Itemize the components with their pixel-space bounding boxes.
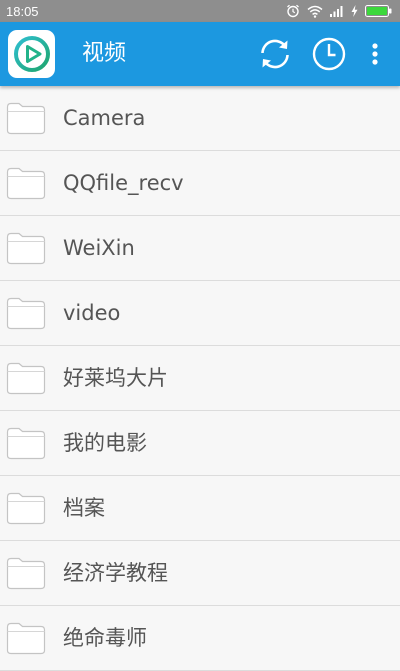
- folder-row-archives[interactable]: 档案: [0, 476, 400, 541]
- folder-row-qqfile-recv[interactable]: QQfile_recv: [0, 151, 400, 216]
- folder-row-my-movies[interactable]: 我的电影: [0, 411, 400, 476]
- refresh-icon: [261, 39, 289, 69]
- folder-row-video[interactable]: video: [0, 281, 400, 346]
- folder-icon: [6, 622, 46, 655]
- folder-row-breaking-bad[interactable]: 绝命毒师: [0, 606, 400, 671]
- app-bar: 视频: [0, 22, 400, 86]
- folder-row-economics-course[interactable]: 经济学教程: [0, 541, 400, 606]
- more-vert-icon: [372, 43, 378, 65]
- refresh-button[interactable]: [253, 32, 297, 76]
- more-options-button[interactable]: [358, 32, 392, 76]
- folder-row-camera[interactable]: Camera: [0, 86, 400, 151]
- folder-name: 档案: [63, 496, 105, 520]
- alarm-icon: [286, 4, 300, 18]
- folder-icon: [6, 232, 46, 265]
- folder-icon: [6, 362, 46, 395]
- folder-name: 经济学教程: [63, 561, 168, 585]
- status-bar: 18:05: [0, 0, 400, 22]
- status-time: 18:05: [6, 3, 39, 19]
- folder-name: 我的电影: [63, 431, 147, 455]
- battery-icon: [365, 5, 392, 17]
- wifi-icon: [307, 5, 323, 18]
- history-button[interactable]: [307, 32, 351, 76]
- folder-icon: [6, 492, 46, 525]
- signal-icon: [330, 5, 344, 17]
- folder-name: 绝命毒师: [63, 626, 147, 650]
- folder-icon: [6, 297, 46, 330]
- charging-icon: [351, 5, 358, 17]
- folder-icon: [6, 167, 46, 200]
- folder-row-hollywood-movies[interactable]: 好莱坞大片: [0, 346, 400, 411]
- folder-name: 好莱坞大片: [63, 366, 168, 390]
- folder-name: video: [63, 301, 121, 325]
- history-clock-icon: [312, 37, 346, 71]
- folder-icon: [6, 557, 46, 590]
- folder-icon: [6, 427, 46, 460]
- page-title: 视频: [82, 41, 127, 66]
- status-icons: [286, 0, 392, 22]
- folder-list: Camera QQfile_recv WeiXin video 好莱坞大片 我的…: [0, 86, 400, 671]
- folder-name: Camera: [63, 106, 146, 130]
- folder-name: QQfile_recv: [63, 171, 184, 195]
- folder-name: WeiXin: [63, 236, 135, 260]
- folder-icon: [6, 102, 46, 135]
- app-logo: [8, 30, 55, 78]
- folder-row-weixin[interactable]: WeiXin: [0, 216, 400, 281]
